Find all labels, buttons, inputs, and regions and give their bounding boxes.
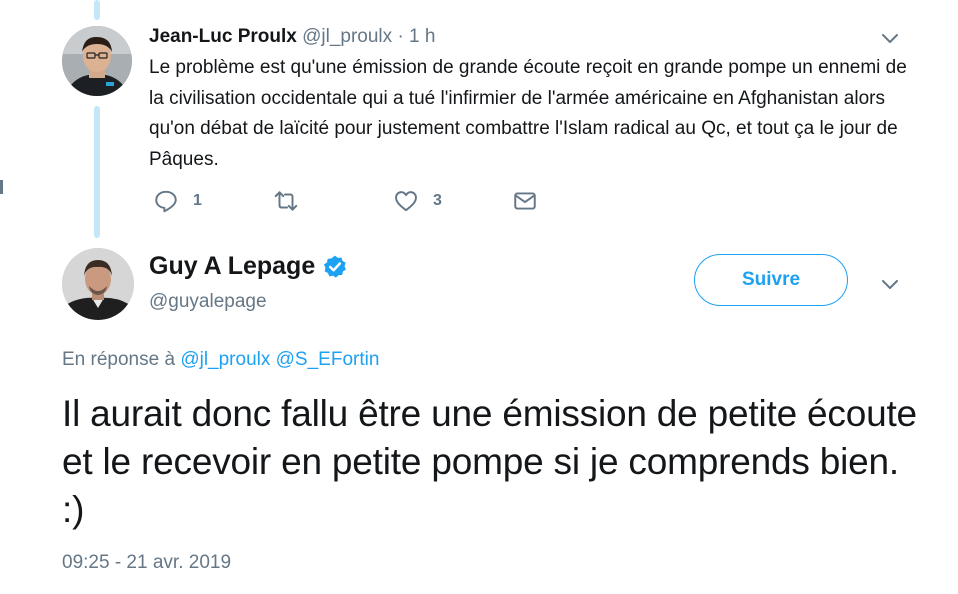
- reply-tweet-text: Le problème est qu'une émission de grand…: [149, 57, 907, 170]
- avatar-jl-proulx[interactable]: [62, 26, 132, 96]
- in-reply-prefix: En réponse à: [62, 349, 176, 370]
- in-reply-handle-link[interactable]: @S_EFortin: [276, 349, 380, 370]
- main-author-name[interactable]: Guy A Lepage: [149, 252, 348, 281]
- verified-badge-icon: [322, 254, 348, 280]
- envelope-icon: [512, 188, 538, 214]
- heart-icon: [393, 188, 419, 214]
- thread-connector: [94, 106, 100, 238]
- tweet-timestamp[interactable]: 09:25 - 21 avr. 2019: [62, 552, 231, 574]
- thread-connector-top: [94, 0, 100, 20]
- main-tweet-text: Il aurait donc fallu être une émission d…: [62, 393, 917, 530]
- reply-icon: [153, 188, 179, 214]
- retweet-action[interactable]: [273, 186, 299, 216]
- chevron-down-icon[interactable]: [878, 26, 902, 50]
- header-separator: ·: [397, 26, 404, 47]
- reply-author-name[interactable]: Jean-Luc Proulx: [149, 26, 297, 47]
- reply-count: 1: [193, 192, 202, 209]
- reply-time[interactable]: 1 h: [409, 26, 435, 47]
- in-reply-to: En réponse à @jl_proulx @S_EFortin: [62, 349, 379, 371]
- main-author-handle[interactable]: @guyalepage: [149, 291, 267, 313]
- direct-message-action[interactable]: [512, 186, 538, 216]
- chevron-down-icon[interactable]: [878, 272, 902, 296]
- reply-tweet-header: Jean-Luc Proulx @jl_proulx · 1 h: [149, 26, 435, 48]
- in-reply-handle-link[interactable]: @jl_proulx: [180, 349, 270, 370]
- like-count: 3: [433, 192, 442, 209]
- window-edge-marker: [0, 180, 3, 194]
- reply-author-handle[interactable]: @jl_proulx: [302, 26, 392, 47]
- main-author-name-text[interactable]: Guy A Lepage: [149, 252, 315, 281]
- like-action[interactable]: 3: [393, 186, 442, 216]
- retweet-icon: [273, 188, 299, 214]
- reply-action[interactable]: 1: [153, 186, 202, 216]
- avatar-guy-a-lepage[interactable]: [62, 248, 134, 320]
- follow-button[interactable]: Suivre: [694, 254, 848, 306]
